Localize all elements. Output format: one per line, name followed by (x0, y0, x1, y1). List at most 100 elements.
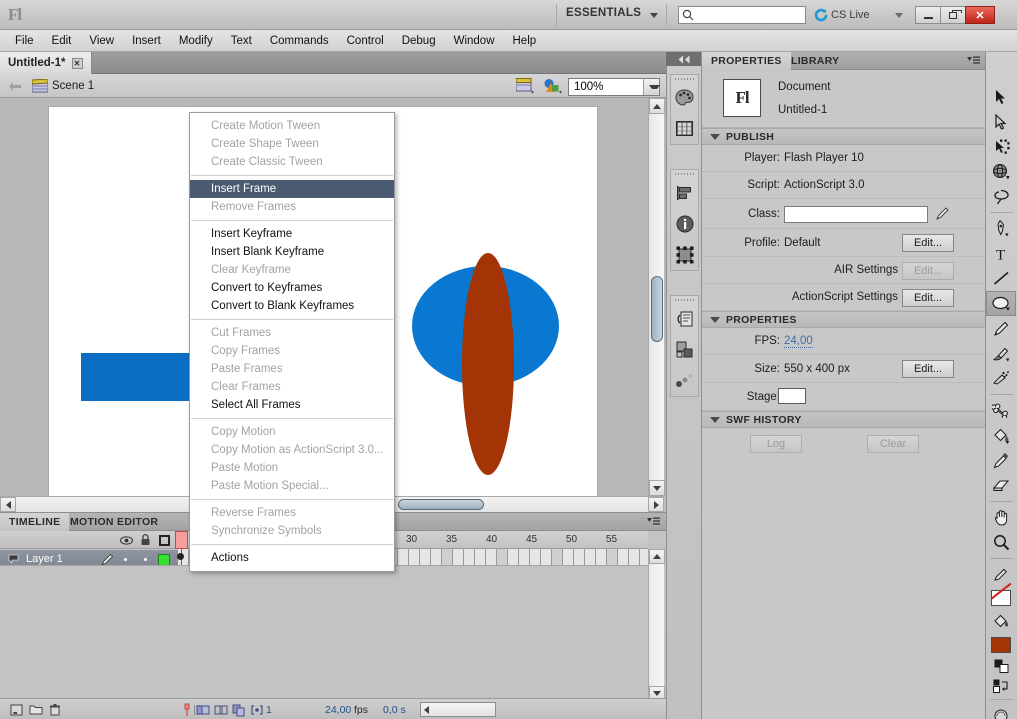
3d-rotation-tool-icon[interactable] (986, 159, 1016, 184)
components-icon[interactable] (671, 334, 698, 365)
maximize-button[interactable] (940, 6, 966, 24)
timeline-context-menu[interactable]: Create Motion Tween Create Shape Tween C… (189, 112, 395, 572)
eye-icon[interactable] (120, 535, 133, 546)
panel-menu-icon[interactable] (967, 56, 980, 66)
menu-commands[interactable]: Commands (261, 32, 338, 50)
section-publish-header[interactable]: PUBLISH (702, 128, 986, 145)
selection-tool-icon[interactable] (986, 84, 1016, 109)
timeline-scroll-up-button[interactable] (649, 549, 665, 564)
menu-help[interactable]: Help (504, 32, 546, 50)
scroll-up-button[interactable] (649, 98, 665, 114)
ctx-paste-frames[interactable]: Paste Frames (190, 360, 394, 378)
ctx-cut-frames[interactable]: Cut Frames (190, 324, 394, 342)
timeline-frame-cell[interactable] (552, 549, 563, 565)
scroll-left-button[interactable] (0, 497, 16, 512)
section-properties-header[interactable]: PROPERTIES (702, 311, 986, 328)
fill-color-bucket-icon[interactable] (986, 609, 1016, 634)
edit-scene-icon[interactable] (516, 78, 534, 94)
ctx-create-shape-tween[interactable]: Create Shape Tween (190, 135, 394, 153)
oval-tool-icon[interactable] (986, 291, 1016, 316)
search-input[interactable] (678, 6, 806, 24)
cs-live-icon[interactable] (813, 8, 828, 23)
edit-symbols-icon[interactable] (544, 78, 562, 94)
timeline-frame-cell[interactable] (530, 549, 541, 565)
triangle-left-icon[interactable] (424, 706, 429, 714)
timeline-zoom-scroll[interactable] (420, 702, 496, 717)
timeline-frame-cell[interactable] (508, 549, 519, 565)
eraser-tool-icon[interactable] (986, 473, 1016, 498)
timeline-vertical-scrollbar[interactable] (648, 549, 665, 701)
onion-skin-icon[interactable] (196, 703, 210, 717)
pencil-tool-icon[interactable] (986, 316, 1016, 341)
size-edit-button[interactable]: Edit... (902, 360, 954, 378)
close-button[interactable]: ✕ (965, 6, 995, 24)
eyedropper-tool-icon[interactable] (986, 448, 1016, 473)
ctx-actions[interactable]: Actions (190, 549, 394, 567)
timeline-frame-cell[interactable] (618, 549, 629, 565)
ctx-synchronize-symbols[interactable]: Synchronize Symbols (190, 522, 394, 540)
profile-edit-button[interactable]: Edit... (902, 234, 954, 252)
timeline-frame-cell[interactable] (497, 549, 508, 565)
lock-icon[interactable] (140, 534, 151, 546)
edit-multiple-frames-icon[interactable] (232, 703, 246, 717)
document-tab-untitled-1[interactable]: Untitled-1* ✕ (0, 52, 92, 74)
ctx-paste-motion[interactable]: Paste Motion (190, 459, 394, 477)
color-palette-icon[interactable] (671, 82, 698, 113)
ctx-create-motion-tween[interactable]: Create Motion Tween (190, 117, 394, 135)
ctx-insert-keyframe[interactable]: Insert Keyframe (190, 225, 394, 243)
free-transform-tool-icon[interactable] (986, 134, 1016, 159)
paint-bucket-tool-icon[interactable] (986, 423, 1016, 448)
timeline-frame-cell[interactable] (574, 549, 585, 565)
ctx-convert-to-keyframes[interactable]: Convert to Keyframes (190, 279, 394, 297)
hand-tool-icon[interactable] (986, 505, 1016, 530)
timeline-frame-cell[interactable] (596, 549, 607, 565)
fill-swatch-brown[interactable] (991, 637, 1011, 653)
ctx-paste-motion-special[interactable]: Paste Motion Special... (190, 477, 394, 495)
swatches-icon[interactable] (671, 113, 698, 144)
ctx-reverse-frames[interactable]: Reverse Frames (190, 504, 394, 522)
close-icon[interactable]: ✕ (71, 57, 83, 69)
fps-value[interactable]: 24,00 (784, 335, 813, 348)
new-layer-icon[interactable] (10, 703, 24, 717)
stage-vertical-scrollbar[interactable] (648, 98, 665, 496)
transform-icon[interactable] (671, 239, 698, 270)
collapse-panels-button[interactable] (666, 52, 701, 66)
tab-properties[interactable]: PROPERTIES (702, 52, 791, 70)
layer-lock-dot[interactable] (144, 558, 147, 561)
menu-debug[interactable]: Debug (393, 32, 445, 50)
modify-onion-markers-icon[interactable] (250, 703, 264, 717)
ctx-copy-motion[interactable]: Copy Motion (190, 423, 394, 441)
shape-rectangle-blue[interactable] (81, 353, 191, 401)
zoom-dropdown-button[interactable] (643, 79, 660, 95)
align-icon[interactable] (671, 177, 698, 208)
lasso-tool-icon[interactable] (986, 184, 1016, 209)
menu-modify[interactable]: Modify (170, 32, 222, 50)
cs-live-chevron-down-icon[interactable] (895, 13, 903, 18)
fill-color-swatch[interactable] (986, 634, 1016, 656)
menu-file[interactable]: File (6, 32, 43, 50)
menu-edit[interactable]: Edit (43, 32, 81, 50)
playhead-handle[interactable] (175, 531, 188, 549)
subselection-tool-icon[interactable] (986, 109, 1016, 134)
timeline-frame-cell[interactable] (409, 549, 420, 565)
timeline-frame-cell[interactable] (464, 549, 475, 565)
timeline-frame-cell[interactable] (475, 549, 486, 565)
info-icon[interactable] (671, 208, 698, 239)
menu-view[interactable]: View (80, 32, 123, 50)
deco-tool-icon[interactable] (986, 366, 1016, 391)
section-swf-history-header[interactable]: SWF HISTORY (702, 411, 986, 428)
zoom-level-combobox[interactable]: 100% (568, 78, 660, 96)
layer-expand-icon[interactable] (8, 554, 19, 564)
brush-tool-icon[interactable] (986, 341, 1016, 366)
delete-layer-icon[interactable] (48, 703, 62, 717)
menu-text[interactable]: Text (222, 32, 261, 50)
back-arrow-icon[interactable] (8, 81, 22, 92)
cs-live-label[interactable]: CS Live (831, 9, 870, 21)
menu-control[interactable]: Control (338, 32, 393, 50)
timeline-frame-cell[interactable] (420, 549, 431, 565)
menu-window[interactable]: Window (445, 32, 504, 50)
ctx-copy-motion-as-as3[interactable]: Copy Motion as ActionScript 3.0... (190, 441, 394, 459)
rail-grip-icon[interactable] (671, 296, 698, 303)
code-snippets-icon[interactable] (671, 303, 698, 334)
timeline-frame-cell[interactable] (607, 549, 618, 565)
